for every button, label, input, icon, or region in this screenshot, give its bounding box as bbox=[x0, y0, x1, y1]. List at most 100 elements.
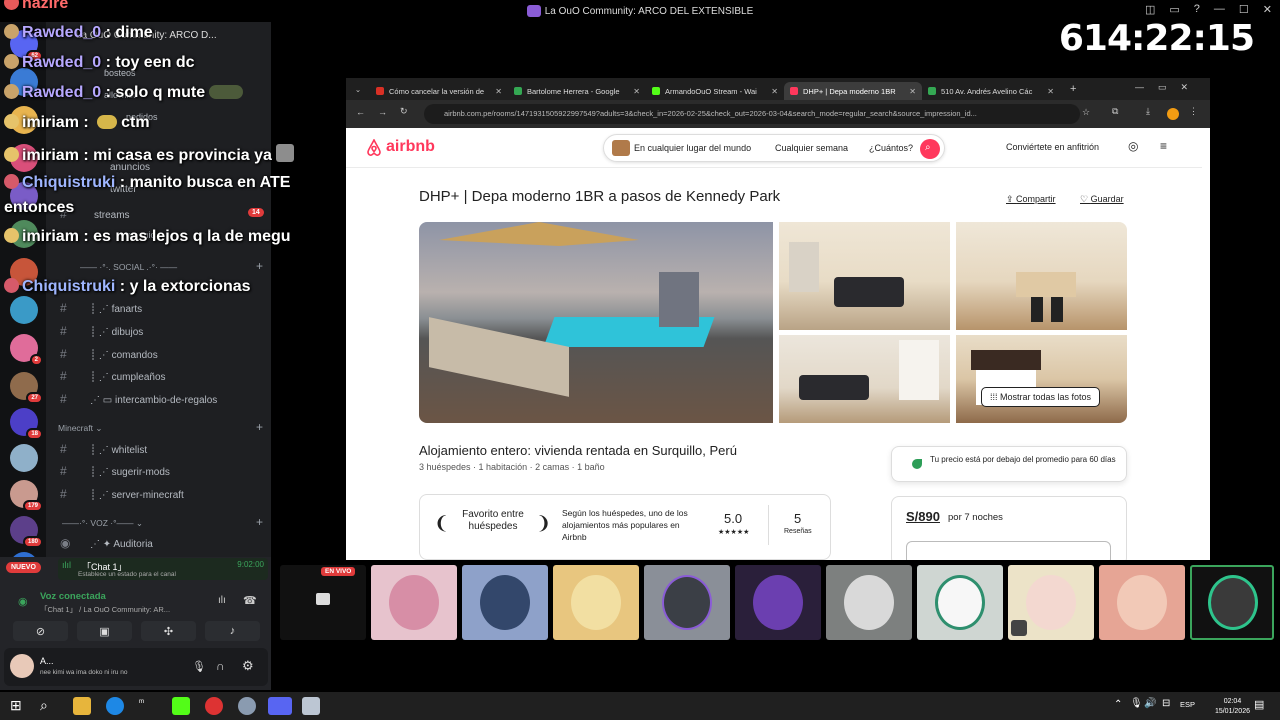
channel-item[interactable]: # ┊ ⋰ fanarts bbox=[60, 301, 142, 315]
kick-icon[interactable] bbox=[172, 697, 190, 715]
search-button[interactable]: ⌕ bbox=[920, 139, 940, 159]
photo-bedroom[interactable] bbox=[956, 335, 1127, 423]
mic-tray-icon[interactable]: 🎙 bbox=[1130, 698, 1143, 709]
tab-close-icon[interactable]: ✕ bbox=[495, 87, 502, 96]
help-icon[interactable]: ? bbox=[1194, 3, 1200, 16]
category-voz[interactable]: ——·°· VOZ ·°—— ⌄ bbox=[62, 518, 143, 529]
browser-tab-active[interactable]: DHP+ | Depa moderno 1BR ✕ bbox=[784, 82, 922, 100]
host-link[interactable]: Conviértete en anfitrión bbox=[1006, 142, 1099, 152]
network-icon[interactable]: ⊟ bbox=[1162, 698, 1170, 709]
bookmark-icon[interactable]: ☆ bbox=[1082, 107, 1090, 118]
reload-icon[interactable]: ↻ bbox=[400, 106, 408, 117]
channel-item[interactable]: # ┊ ⋰ sugerir-mods bbox=[60, 464, 170, 478]
search-icon[interactable]: ⌕ bbox=[40, 697, 58, 715]
server-icon[interactable]: 2 bbox=[10, 334, 43, 366]
photo-main[interactable] bbox=[419, 222, 773, 423]
show-all-photos-button[interactable]: ⁞⁞⁞ Mostrar todas las fotos bbox=[981, 387, 1101, 407]
disconnect-icon[interactable]: ☎ bbox=[243, 594, 257, 607]
add-channel-icon[interactable]: + bbox=[256, 515, 263, 529]
file-explorer-icon[interactable] bbox=[73, 697, 91, 715]
participant-tile[interactable] bbox=[553, 565, 639, 640]
tab-close-icon[interactable]: ✕ bbox=[909, 87, 916, 96]
browser-tab[interactable]: ArmandoOuO Stream - Wai ✕ bbox=[646, 82, 784, 100]
participant-tile[interactable] bbox=[644, 565, 730, 640]
category-minecraft[interactable]: Minecraft ⌄ bbox=[58, 423, 102, 434]
url-field[interactable]: airbnb.com.pe/rooms/1471931505922997549?… bbox=[424, 104, 1080, 124]
participant-tile[interactable] bbox=[917, 565, 1003, 640]
save-button[interactable]: ♡ Guardar bbox=[1080, 194, 1124, 205]
gear-icon[interactable]: ⚙ bbox=[242, 658, 254, 674]
volume-icon[interactable]: 🔊 bbox=[1144, 698, 1156, 709]
add-channel-icon[interactable]: + bbox=[256, 259, 263, 273]
mic-icon[interactable]: 🎙 bbox=[192, 660, 206, 673]
guest-favorite-card[interactable]: ❨ Favorito entre huéspedes ❩ Según los h… bbox=[419, 494, 831, 560]
minimize-button[interactable]: — bbox=[1214, 3, 1225, 16]
date-picker[interactable] bbox=[906, 541, 1111, 560]
voice-channel-item[interactable]: ◉ ⋰ ✦ Auditoria bbox=[60, 536, 153, 550]
profile-icon[interactable] bbox=[1167, 108, 1179, 120]
channel-item[interactable]: # ┊ ⋰ cumpleaños bbox=[60, 369, 166, 383]
edge-icon[interactable] bbox=[106, 697, 124, 715]
channel-item[interactable]: # ┊ ⋰ whitelist bbox=[60, 442, 147, 456]
channel-item[interactable]: # ⋰ ▭ intercambio-de-regalos bbox=[60, 392, 217, 406]
server-icon[interactable] bbox=[10, 296, 38, 324]
inbox-icon[interactable]: ◫ bbox=[1145, 3, 1155, 16]
tab-close-icon[interactable]: ✕ bbox=[1047, 87, 1054, 96]
server-icon[interactable]: 180 bbox=[10, 516, 43, 548]
download-icon[interactable]: ⤓ bbox=[1146, 106, 1150, 117]
headphones-icon[interactable]: ∩ bbox=[216, 659, 225, 673]
participant-tile[interactable] bbox=[371, 565, 457, 640]
browser-window-controls[interactable]: —▭✕ bbox=[1135, 82, 1202, 93]
camera-off-button[interactable]: ⊘ bbox=[13, 621, 68, 641]
voice-channel-sub[interactable]: 「Chat 1」 / La OuO Community: AR... bbox=[40, 604, 170, 615]
new-tab-icon[interactable]: + bbox=[1070, 83, 1076, 95]
participant-tile-speaking[interactable] bbox=[1190, 565, 1274, 640]
participant-tile[interactable] bbox=[462, 565, 548, 640]
browser-tab[interactable]: 510 Av. Andrés Avelino Các ✕ bbox=[922, 82, 1060, 100]
search-where[interactable]: En cualquier lugar del mundo bbox=[634, 143, 751, 153]
share-button[interactable]: ⇪ Compartir bbox=[1006, 194, 1056, 205]
add-channel-icon[interactable]: + bbox=[256, 420, 263, 434]
windows-start-icon[interactable]: ⊞ bbox=[10, 697, 28, 715]
tab-close-icon[interactable]: ✕ bbox=[633, 87, 640, 96]
photo-kitchen[interactable] bbox=[956, 222, 1127, 330]
server-icon[interactable]: 27 bbox=[10, 372, 43, 404]
soundboard-button[interactable]: ♪ bbox=[205, 621, 260, 641]
server-icon[interactable]: 18 bbox=[10, 408, 43, 440]
category-social[interactable]: —— ·°·. SOCIAL .·°· —— bbox=[80, 262, 177, 272]
close-button[interactable]: ✕ bbox=[1263, 3, 1272, 16]
screen-share-button[interactable]: ▣ bbox=[77, 621, 132, 641]
airbnb-logo[interactable]: airbnb bbox=[366, 138, 435, 156]
channel-item[interactable]: # ┊ ⋰ comandos bbox=[60, 347, 158, 361]
hamburger-icon[interactable]: ≡ bbox=[1160, 139, 1167, 153]
menu-icon[interactable]: ⋮ bbox=[1189, 106, 1198, 117]
search-when[interactable]: Cualquier semana bbox=[775, 143, 848, 153]
taskbar-clock[interactable]: 02:04 15/01/2026 bbox=[1215, 697, 1250, 717]
back-icon[interactable]: ← bbox=[356, 107, 365, 117]
noise-icon[interactable]: ılı bbox=[218, 595, 226, 606]
status-hint[interactable]: Establece un estado para el canal bbox=[78, 571, 176, 578]
obs-icon[interactable] bbox=[205, 697, 223, 715]
language-indicator[interactable]: ESP bbox=[1180, 700, 1195, 709]
channel-item[interactable]: # ┊ ⋰ server-minecraft bbox=[60, 487, 184, 501]
server-icon[interactable]: 179 bbox=[10, 480, 43, 512]
app-icon[interactable]: ᵐ bbox=[139, 697, 157, 715]
tab-list-icon[interactable]: ⌄ bbox=[346, 85, 370, 94]
extensions-icon[interactable]: ⧉ bbox=[1112, 106, 1118, 117]
tab-close-icon[interactable]: ✕ bbox=[771, 87, 778, 96]
tray-chevron-icon[interactable]: ⌃ bbox=[1114, 699, 1122, 710]
maximize-button[interactable]: ☐ bbox=[1239, 3, 1249, 16]
discord-icon[interactable] bbox=[268, 697, 292, 715]
globe-icon[interactable]: ◎ bbox=[1128, 139, 1138, 153]
stream-channel[interactable]: ılıl 「Chat 1」 9:02:00 Establece un estad… bbox=[58, 558, 268, 580]
participant-tile[interactable] bbox=[1099, 565, 1185, 640]
participant-tile[interactable] bbox=[826, 565, 912, 640]
app-icon[interactable] bbox=[238, 697, 256, 715]
stream-tile-screen[interactable]: EN VIVO bbox=[280, 565, 366, 640]
notifications-icon[interactable]: ▤ bbox=[1254, 698, 1264, 711]
activities-button[interactable]: ✣ bbox=[141, 621, 196, 641]
photo-living-room[interactable] bbox=[779, 222, 950, 330]
participant-tile[interactable] bbox=[1008, 565, 1094, 640]
photo-sofa[interactable] bbox=[779, 335, 950, 423]
server-icon[interactable] bbox=[10, 444, 38, 472]
